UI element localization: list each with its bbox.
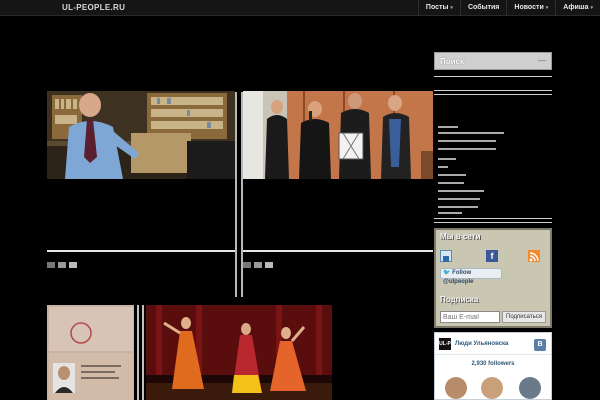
library-photo [47, 91, 235, 179]
subscribe-button[interactable]: Подписаться [502, 311, 546, 323]
sidebar-list-item[interactable] [438, 132, 504, 134]
sidebar-list-item[interactable] [438, 198, 480, 200]
sidebar-divider [434, 222, 552, 223]
post-meta [243, 262, 433, 268]
sidebar-list-item[interactable] [438, 190, 484, 192]
musicians-photo [243, 91, 433, 179]
post-underline [47, 250, 235, 252]
sidebar-list-item[interactable] [438, 140, 496, 142]
nav-item-afisha[interactable]: Афиша ▾ [555, 0, 600, 16]
nav-item-posts[interactable]: Посты ▾ [417, 0, 460, 16]
dancers-photo [146, 305, 332, 400]
post-meta [47, 262, 235, 268]
comment-icon[interactable] [254, 262, 262, 268]
column-divider-inner [237, 92, 241, 297]
sidebar-list-item[interactable] [438, 148, 496, 150]
post-image-library[interactable] [47, 91, 235, 179]
sidebar-list-item[interactable] [438, 182, 464, 184]
bird-icon: 🐦 [443, 270, 451, 276]
subscribe-title: Подписка [440, 295, 479, 304]
post-image-passport[interactable] [47, 305, 134, 400]
vk-header: UL-P Люди Ульяновска В [435, 333, 551, 355]
chevron-down-icon: ▾ [450, 5, 453, 11]
top-bar: UL-PEOPLE.RU Посты ▾ События Новости ▾ Афи… [0, 0, 600, 16]
chevron-down-icon: ▾ [590, 5, 593, 11]
search-widget[interactable]: Поиск — [434, 52, 552, 70]
avatar[interactable] [481, 377, 503, 399]
chevron-down-icon: ▾ [545, 5, 549, 11]
passport-photo [47, 305, 134, 400]
comment-icon[interactable] [58, 262, 66, 268]
eye-icon [69, 262, 77, 268]
nav-item-news[interactable]: Новости ▾ [506, 0, 555, 16]
vk-group-logo[interactable]: UL-P [439, 338, 451, 350]
twitter-follow-button[interactable]: 🐦 Follow @ulpeople [440, 268, 502, 285]
vk-join-button[interactable]: В [534, 339, 546, 351]
nav-item-events[interactable]: События [459, 0, 506, 16]
post-underline [243, 250, 433, 252]
email-field[interactable] [440, 311, 500, 323]
twitter-icon[interactable] [440, 250, 452, 262]
sidebar-list-item[interactable] [438, 174, 466, 176]
sidebar-list-item[interactable] [438, 126, 458, 128]
avatar[interactable] [519, 377, 541, 399]
search-label: Поиск [440, 57, 465, 66]
thumbs-up-icon[interactable] [243, 262, 251, 268]
vk-group-name[interactable]: Люди Ульяновска [455, 341, 508, 347]
vk-widget: UL-P Люди Ульяновска В 2,930 followers [434, 332, 552, 400]
sidebar-list-item[interactable] [438, 212, 462, 214]
facebook-icon[interactable]: f [486, 250, 498, 262]
site-logo[interactable]: UL-PEOPLE.RU [62, 3, 125, 12]
vk-followers-count: 2,930 followers [471, 361, 515, 367]
eye-icon [265, 262, 273, 268]
sidebar-list-item[interactable] [438, 166, 448, 168]
sidebar-divider [434, 76, 552, 77]
column-divider-inner [139, 305, 142, 400]
sidebar-divider [434, 218, 552, 219]
post-image-musicians[interactable] [243, 91, 433, 179]
post-image-dancers[interactable] [146, 305, 332, 400]
sidebar-list-item[interactable] [438, 206, 478, 208]
collapse-icon[interactable]: — [538, 56, 546, 65]
avatar[interactable] [445, 377, 467, 399]
sidebar-divider [434, 90, 552, 91]
social-title: Мы в сети [440, 232, 481, 241]
sidebar-list-item[interactable] [438, 158, 456, 160]
thumbs-up-icon[interactable] [47, 262, 55, 268]
rss-icon[interactable] [528, 250, 540, 262]
sidebar-divider [434, 94, 552, 95]
main-nav: Посты ▾ События Новости ▾ Афиша ▾ [417, 0, 600, 16]
